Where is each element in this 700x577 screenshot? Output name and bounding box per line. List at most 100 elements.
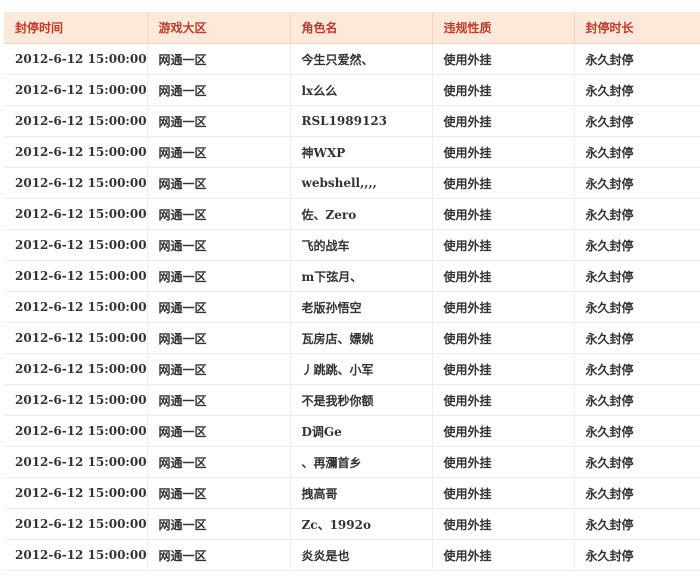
ban-time-cell: 2012-6-12 15:00:00	[4, 384, 148, 416]
table-row: 2012-6-12 15:00:00 网通一区 RSL1989123 使用外挂 永久封停	[4, 105, 700, 137]
ban-time-cell: 2012-6-12 15:00:00	[4, 508, 148, 540]
ban-duration-cell: 永久封停	[574, 384, 700, 416]
table-row: 2012-6-12 15:00:00 网通一区 webshell,,,, 使用外挂 永久…	[4, 167, 700, 199]
ban-duration-cell: 永久封停	[574, 322, 700, 354]
violation-type-cell: 使用外挂	[432, 291, 575, 323]
table-row: 2012-6-12 15:00:00 网通一区 飞的战车 使用外挂 永久封停	[4, 229, 700, 261]
game-server-cell: 网通一区	[147, 229, 291, 261]
game-server-cell: 网通一区	[147, 384, 291, 416]
ban-duration-cell: 永久封停	[574, 260, 700, 292]
ban-time-cell: 2012-6-12 15:00:00	[4, 446, 148, 478]
ban-duration-cell: 永久封停	[574, 229, 700, 261]
header-row: 封停时间 游戏大区 角色名 违规性质 封停时长	[4, 12, 700, 44]
ban-duration-cell: 永久封停	[574, 74, 700, 106]
character-name-cell: Zc、1992o	[290, 508, 433, 540]
ban-time-cell: 2012-6-12 15:00:00	[4, 539, 148, 571]
header-violation-type: 违规性质	[432, 12, 575, 44]
game-server-cell: 网通一区	[147, 508, 291, 540]
character-name-cell: 老版孙悟空	[290, 291, 433, 323]
ban-duration-cell: 永久封停	[574, 477, 700, 509]
header-ban-time: 封停时间	[4, 12, 148, 44]
ban-duration-cell: 永久封停	[574, 415, 700, 447]
ban-duration-cell: 永久封停	[574, 539, 700, 571]
violation-type-cell: 使用外挂	[432, 477, 575, 509]
game-server-cell: 网通一区	[147, 291, 291, 323]
violation-type-cell: 使用外挂	[432, 384, 575, 416]
header-game-server: 游戏大区	[147, 12, 291, 44]
character-name-cell: 、再瀰首乡	[290, 446, 433, 478]
ban-time-cell: 2012-6-12 15:00:00	[4, 105, 148, 137]
game-server-cell: 网通一区	[147, 446, 291, 478]
ban-duration-cell: 永久封停	[574, 43, 700, 75]
game-server-cell: 网通一区	[147, 105, 291, 137]
character-name-cell: 佐、Zero	[290, 198, 433, 230]
table-row: 2012-6-12 15:00:00 网通一区 神WXP 使用外挂 永久封停	[4, 136, 700, 168]
ban-time-cell: 2012-6-12 15:00:00	[4, 74, 148, 106]
ban-time-cell: 2012-6-12 15:00:00	[4, 136, 148, 168]
character-name-cell: lx么么	[290, 74, 433, 106]
character-name-cell: 拽高哥	[290, 477, 433, 509]
game-server-cell: 网通一区	[147, 260, 291, 292]
ban-duration-cell: 永久封停	[574, 446, 700, 478]
table-row: 2012-6-12 15:00:00 网通一区 今生只爱然、 使用外挂 永久封停	[4, 43, 700, 75]
violation-type-cell: 使用外挂	[432, 136, 575, 168]
character-name-cell: 瓦房店、嫖姚	[290, 322, 433, 354]
character-name-cell: 炎炎是也	[290, 539, 433, 571]
violation-type-cell: 使用外挂	[432, 353, 575, 385]
table-row: 2012-6-12 15:00:00 网通一区 D调Ge 使用外挂 永久封停	[4, 415, 700, 447]
table-row: 2012-6-12 15:00:00 网通一区 炎炎是也 使用外挂 永久封停	[4, 539, 700, 571]
character-name-cell: m下弦月、	[290, 260, 433, 292]
table-row: 2012-6-12 15:00:00 网通一区 丿跳跳、小军 使用外挂 永久封停	[4, 353, 700, 385]
header-character-name: 角色名	[290, 12, 433, 44]
game-server-cell: 网通一区	[147, 415, 291, 447]
character-name-cell: 不是我秒你额	[290, 384, 433, 416]
table-row: 2012-6-12 15:00:00 网通一区 不是我秒你额 使用外挂 永久封停	[4, 384, 700, 416]
ban-time-cell: 2012-6-12 15:00:00	[4, 291, 148, 323]
ban-duration-cell: 永久封停	[574, 353, 700, 385]
violation-type-cell: 使用外挂	[432, 415, 575, 447]
character-name-cell: 飞的战车	[290, 229, 433, 261]
violation-type-cell: 使用外挂	[432, 322, 575, 354]
ban-time-cell: 2012-6-12 15:00:00	[4, 43, 148, 75]
ban-duration-cell: 永久封停	[574, 136, 700, 168]
table-row: 2012-6-12 15:00:00 网通一区 m下弦月、 使用外挂 永久封停	[4, 260, 700, 292]
ban-time-cell: 2012-6-12 15:00:00	[4, 415, 148, 447]
header-ban-duration: 封停时长	[574, 12, 700, 44]
violation-type-cell: 使用外挂	[432, 260, 575, 292]
character-name-cell: 丿跳跳、小军	[290, 353, 433, 385]
character-name-cell: D调Ge	[290, 415, 433, 447]
violation-type-cell: 使用外挂	[432, 446, 575, 478]
violation-type-cell: 使用外挂	[432, 229, 575, 261]
violation-type-cell: 使用外挂	[432, 508, 575, 540]
ban-time-cell: 2012-6-12 15:00:00	[4, 322, 148, 354]
violation-type-cell: 使用外挂	[432, 539, 575, 571]
ban-duration-cell: 永久封停	[574, 167, 700, 199]
violation-type-cell: 使用外挂	[432, 167, 575, 199]
table-row: 2012-6-12 15:00:00 网通一区 佐、Zero 使用外挂 永久封停	[4, 198, 700, 230]
ban-duration-cell: 永久封停	[574, 291, 700, 323]
character-name-cell: webshell,,,,	[290, 167, 433, 199]
ban-time-cell: 2012-6-12 15:00:00	[4, 353, 148, 385]
game-server-cell: 网通一区	[147, 322, 291, 354]
game-server-cell: 网通一区	[147, 167, 291, 199]
table-row: 2012-6-12 15:00:00 网通一区 拽高哥 使用外挂 永久封停	[4, 477, 700, 509]
violation-type-cell: 使用外挂	[432, 74, 575, 106]
table-header: 封停时间 游戏大区 角色名 违规性质 封停时长	[4, 12, 700, 44]
game-server-cell: 网通一区	[147, 74, 291, 106]
ban-time-cell: 2012-6-12 15:00:00	[4, 167, 148, 199]
character-name-cell: 神WXP	[290, 136, 433, 168]
character-name-cell: RSL1989123	[290, 105, 433, 137]
ban-duration-cell: 永久封停	[574, 198, 700, 230]
table-row: 2012-6-12 15:00:00 网通一区 、再瀰首乡 使用外挂 永久封停	[4, 446, 700, 478]
violation-type-cell: 使用外挂	[432, 198, 575, 230]
game-server-cell: 网通一区	[147, 198, 291, 230]
game-server-cell: 网通一区	[147, 136, 291, 168]
table-body: 2012-6-12 15:00:00 网通一区 今生只爱然、 使用外挂 永久封停 2012…	[4, 43, 700, 571]
table-row: 2012-6-12 15:00:00 网通一区 lx么么 使用外挂 永久封停	[4, 74, 700, 106]
violation-type-cell: 使用外挂	[432, 105, 575, 137]
table-row: 2012-6-12 15:00:00 网通一区 Zc、1992o 使用外挂 永久封停	[4, 508, 700, 540]
ban-duration-cell: 永久封停	[574, 508, 700, 540]
ban-duration-cell: 永久封停	[574, 105, 700, 137]
ban-list-table: 封停时间 游戏大区 角色名 违规性质 封停时长 2012-6-12 15:00:…	[4, 12, 700, 571]
violation-type-cell: 使用外挂	[432, 43, 575, 75]
